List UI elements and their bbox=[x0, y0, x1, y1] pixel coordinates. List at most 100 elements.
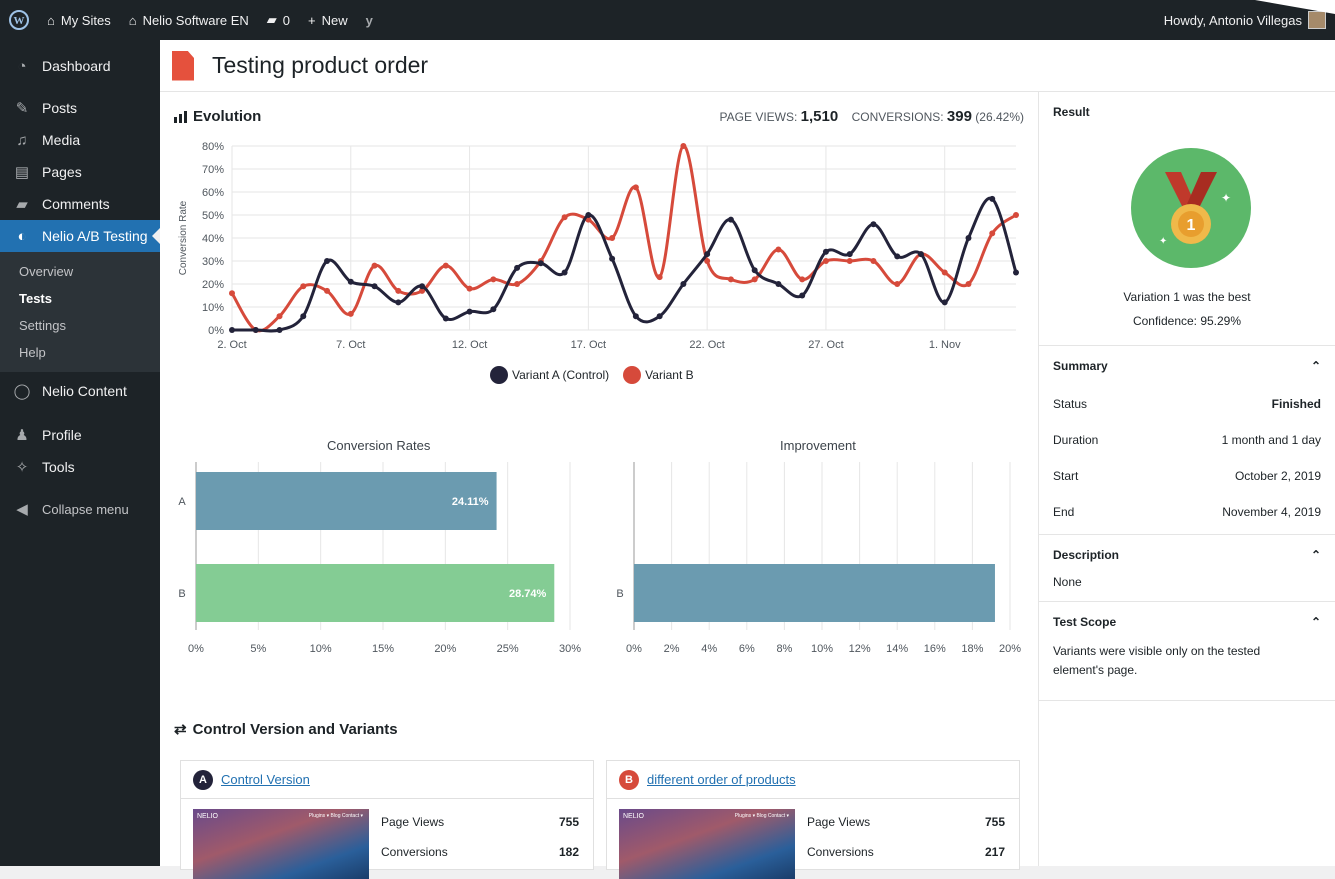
data-point bbox=[561, 269, 568, 276]
y-tick-label: 50% bbox=[202, 210, 224, 222]
summary-section: Summary ⌃ Status Finished Duration 1 month … bbox=[1039, 346, 1335, 535]
conversions-row: Conversions 182 bbox=[381, 845, 579, 859]
legend-item-variant-a[interactable]: Variant A (Control) bbox=[490, 366, 609, 384]
sites-icon: ⌂ bbox=[47, 12, 55, 28]
submenu-tests[interactable]: Tests bbox=[0, 285, 160, 312]
test-scope-section: Test Scope ⌃ Variants were visible only o… bbox=[1039, 602, 1335, 701]
comments-menu[interactable]: ▰ 0 bbox=[258, 0, 299, 40]
site-name-menu[interactable]: ⌂ Nelio Software EN bbox=[120, 0, 258, 40]
metric-label: Page Views bbox=[381, 815, 445, 829]
data-point bbox=[371, 262, 378, 269]
legend-label-a: Variant A (Control) bbox=[512, 368, 610, 382]
evolution-title-text: Evolution bbox=[193, 108, 262, 125]
data-point bbox=[229, 327, 235, 333]
summary-row-start: Start October 2, 2019 bbox=[1053, 458, 1321, 494]
nelio-icon: ◐ bbox=[17, 227, 27, 245]
data-point bbox=[395, 287, 402, 294]
yoast-seo-icon[interactable]: y bbox=[357, 0, 382, 40]
new-content-menu[interactable]: + New bbox=[299, 0, 357, 40]
test-scope-header[interactable]: Test Scope ⌃ bbox=[1053, 602, 1321, 642]
data-point bbox=[419, 283, 426, 290]
wordpress-logo-icon[interactable]: W bbox=[0, 0, 38, 40]
sidebar-item-profile[interactable]: ♟ Profile bbox=[0, 419, 160, 451]
sidebar-item-posts[interactable]: ✎ Posts bbox=[0, 92, 160, 124]
user-icon: ♟ bbox=[15, 427, 29, 444]
variant-a-thumbnail[interactable]: NELIO Plugins ▾ Blog Contact ▾ bbox=[193, 809, 369, 879]
collapse-arrow-icon: ◀ bbox=[16, 501, 28, 518]
x-tick-label: 0% bbox=[626, 643, 642, 655]
result-title: Result bbox=[1053, 105, 1090, 119]
sidebar-item-nelio-ab-testing[interactable]: ◐ Nelio A/B Testing bbox=[0, 220, 160, 252]
x-tick-label: 17. Oct bbox=[571, 339, 606, 351]
summary-label: Duration bbox=[1053, 433, 1099, 447]
x-tick-label: 22. Oct bbox=[689, 339, 724, 351]
legend-item-variant-b[interactable]: Variant B bbox=[623, 366, 694, 384]
data-point bbox=[514, 281, 521, 287]
my-sites-label: My Sites bbox=[60, 12, 111, 28]
x-tick-label: 8% bbox=[776, 643, 792, 655]
x-tick-label: 20% bbox=[434, 643, 456, 655]
pages-icon: ▤ bbox=[14, 164, 30, 181]
data-point bbox=[751, 276, 758, 283]
legend-dot-b bbox=[623, 366, 642, 384]
y-tick-label: 0% bbox=[208, 325, 224, 337]
data-point bbox=[466, 285, 473, 292]
submenu-help[interactable]: Help bbox=[0, 339, 160, 366]
conversion-percent: (26.42%) bbox=[975, 110, 1024, 124]
sidebar-item-label: Profile bbox=[42, 427, 82, 443]
submenu-settings[interactable]: Settings bbox=[0, 312, 160, 339]
my-sites-menu[interactable]: ⌂ My Sites bbox=[38, 0, 120, 40]
x-tick-label: 10% bbox=[310, 643, 332, 655]
variants-title-text: Control Version and Variants bbox=[192, 720, 398, 738]
metric-value: 755 bbox=[558, 815, 579, 829]
data-point bbox=[656, 274, 663, 281]
data-point bbox=[347, 278, 354, 285]
sidebar-item-nelio-content[interactable]: ◯ Nelio Content bbox=[0, 375, 160, 407]
data-point bbox=[799, 292, 806, 299]
variant-b-link[interactable]: different order of products bbox=[647, 772, 796, 787]
submenu-overview[interactable]: Overview bbox=[0, 258, 160, 285]
document-icon bbox=[172, 50, 194, 81]
bar-value-label: 28.74% bbox=[509, 588, 547, 600]
check-circle-icon: ◯ bbox=[13, 383, 31, 400]
sidebar-item-media[interactable]: ♫ Media bbox=[0, 124, 160, 156]
thumbnail-nav: Plugins ▾ Blog Contact ▾ bbox=[308, 813, 363, 819]
data-point bbox=[822, 248, 829, 255]
data-point bbox=[561, 214, 568, 221]
chevron-up-icon[interactable]: ⌃ bbox=[1311, 359, 1321, 373]
x-tick-label: 2. Oct bbox=[217, 339, 246, 351]
variants-section-title: ⇄ Control Version and Variants bbox=[174, 720, 398, 739]
x-tick-label: 7. Oct bbox=[336, 339, 365, 351]
data-point bbox=[965, 281, 972, 287]
chevron-up-icon[interactable]: ⌃ bbox=[1311, 548, 1321, 562]
summary-value: November 4, 2019 bbox=[1222, 505, 1321, 519]
x-tick-label: 5% bbox=[250, 643, 266, 655]
collapse-menu-button[interactable]: ◀ Collapse menu bbox=[0, 493, 160, 525]
bar bbox=[196, 564, 555, 622]
sidebar-item-label: Dashboard bbox=[42, 58, 111, 74]
sidebar-item-label: Media bbox=[42, 132, 81, 148]
conversion-rates-title: Conversion Rates bbox=[327, 438, 431, 453]
medal-icon: 1 ✦ ✦ bbox=[1131, 148, 1251, 268]
data-point bbox=[442, 315, 449, 322]
chevron-up-icon[interactable]: ⌃ bbox=[1311, 615, 1321, 629]
plus-icon: + bbox=[308, 12, 316, 28]
conversions-label: CONVERSIONS: bbox=[851, 110, 944, 124]
description-header[interactable]: Description ⌃ bbox=[1053, 535, 1321, 575]
dashboard-icon: ◔ bbox=[17, 57, 27, 75]
variant-badge-b: B bbox=[619, 769, 639, 790]
sidebar-item-dashboard[interactable]: ◔ Dashboard bbox=[0, 50, 160, 82]
control-version-link[interactable]: Control Version bbox=[221, 772, 310, 787]
sidebar-item-comments[interactable]: ▰ Comments bbox=[0, 188, 160, 220]
sidebar-item-tools[interactable]: ✧ Tools bbox=[0, 451, 160, 483]
variant-b-thumbnail[interactable]: NELIO Plugins ▾ Blog Contact ▾ bbox=[619, 809, 795, 879]
admin-bar: W ⌂ My Sites ⌂ Nelio Software EN ▰ 0 + N… bbox=[0, 0, 1335, 40]
main-area: Testing product order Evolution PAGE VIE… bbox=[160, 40, 1335, 879]
summary-header[interactable]: Summary ⌃ bbox=[1053, 346, 1321, 386]
data-point bbox=[1013, 269, 1019, 276]
data-point bbox=[276, 327, 283, 333]
sidebar-item-pages[interactable]: ▤ Pages bbox=[0, 156, 160, 188]
x-tick-label: 16% bbox=[924, 643, 946, 655]
comment-icon: ▰ bbox=[16, 196, 28, 213]
summary-label: End bbox=[1053, 505, 1075, 519]
